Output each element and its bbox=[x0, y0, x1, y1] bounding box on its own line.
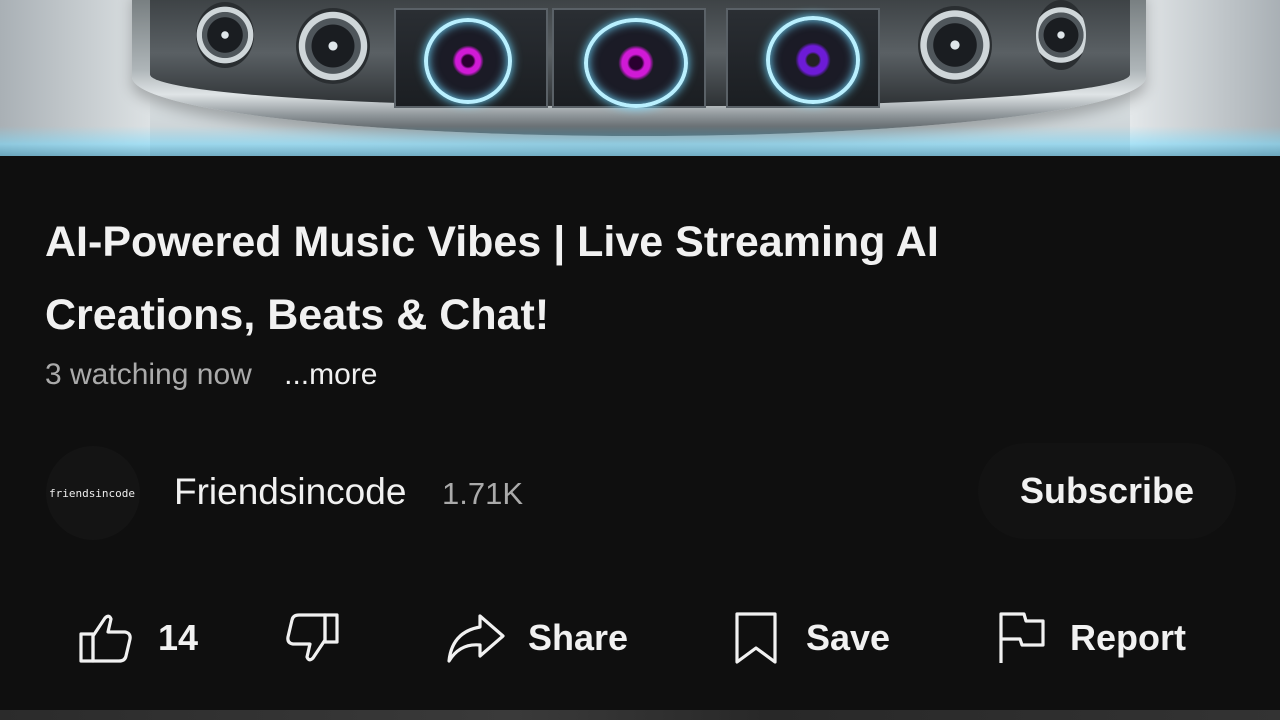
report-label: Report bbox=[1070, 617, 1186, 658]
more-description-link[interactable]: ...more bbox=[284, 358, 377, 391]
save-label: Save bbox=[806, 617, 891, 658]
channel-name[interactable]: Friendsincode bbox=[174, 470, 406, 514]
thumbs-down-icon bbox=[284, 612, 340, 664]
thumbnail-speaker-4 bbox=[1036, 0, 1086, 70]
subscribe-button[interactable]: Subscribe bbox=[978, 443, 1236, 539]
flag-icon bbox=[998, 611, 1046, 665]
thumbnail-floor-glow bbox=[0, 126, 1280, 156]
watching-count: 3 watching now bbox=[45, 358, 252, 391]
save-button[interactable]: Save bbox=[734, 600, 890, 676]
video-meta: 3 watching now ...more bbox=[45, 356, 378, 394]
thumbnail-speaker-3 bbox=[918, 6, 992, 84]
dislike-button[interactable] bbox=[284, 600, 340, 676]
thumbnail-glow-ring-2 bbox=[584, 18, 688, 108]
report-button[interactable]: Report bbox=[998, 600, 1186, 676]
channel-avatar[interactable]: friendsincode bbox=[46, 446, 140, 540]
video-thumbnail[interactable] bbox=[0, 0, 1280, 156]
thumbnail-speaker-1 bbox=[196, 2, 254, 68]
thumbnail-glow-ring-3 bbox=[766, 16, 860, 104]
share-label: Share bbox=[528, 617, 629, 658]
like-button[interactable]: 14 bbox=[78, 600, 198, 676]
channel-avatar-logo: friendsincode bbox=[48, 486, 136, 500]
thumbs-up-icon bbox=[78, 612, 134, 664]
share-arrow-icon bbox=[446, 612, 506, 664]
bookmark-icon bbox=[734, 611, 778, 665]
thumbnail-speaker-2 bbox=[296, 8, 370, 84]
video-title: AI-Powered Music Vibes | Live Streaming … bbox=[45, 218, 939, 339]
next-item-preview-edge bbox=[0, 710, 1280, 720]
share-button[interactable]: Share bbox=[446, 600, 628, 676]
like-count: 14 bbox=[158, 617, 199, 658]
thumbnail-glow-ring-1 bbox=[424, 18, 512, 104]
subscriber-count: 1.71K bbox=[442, 476, 524, 511]
